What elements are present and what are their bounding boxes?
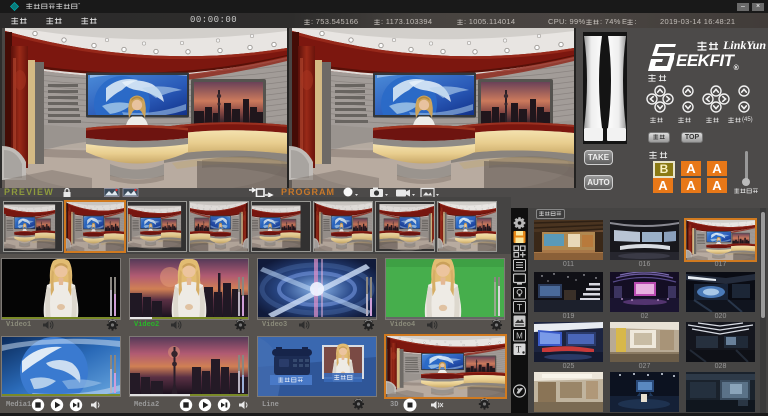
svg-text:M: M	[516, 332, 523, 341]
svg-text:T: T	[516, 345, 522, 355]
svg-text:T: T	[517, 303, 523, 313]
